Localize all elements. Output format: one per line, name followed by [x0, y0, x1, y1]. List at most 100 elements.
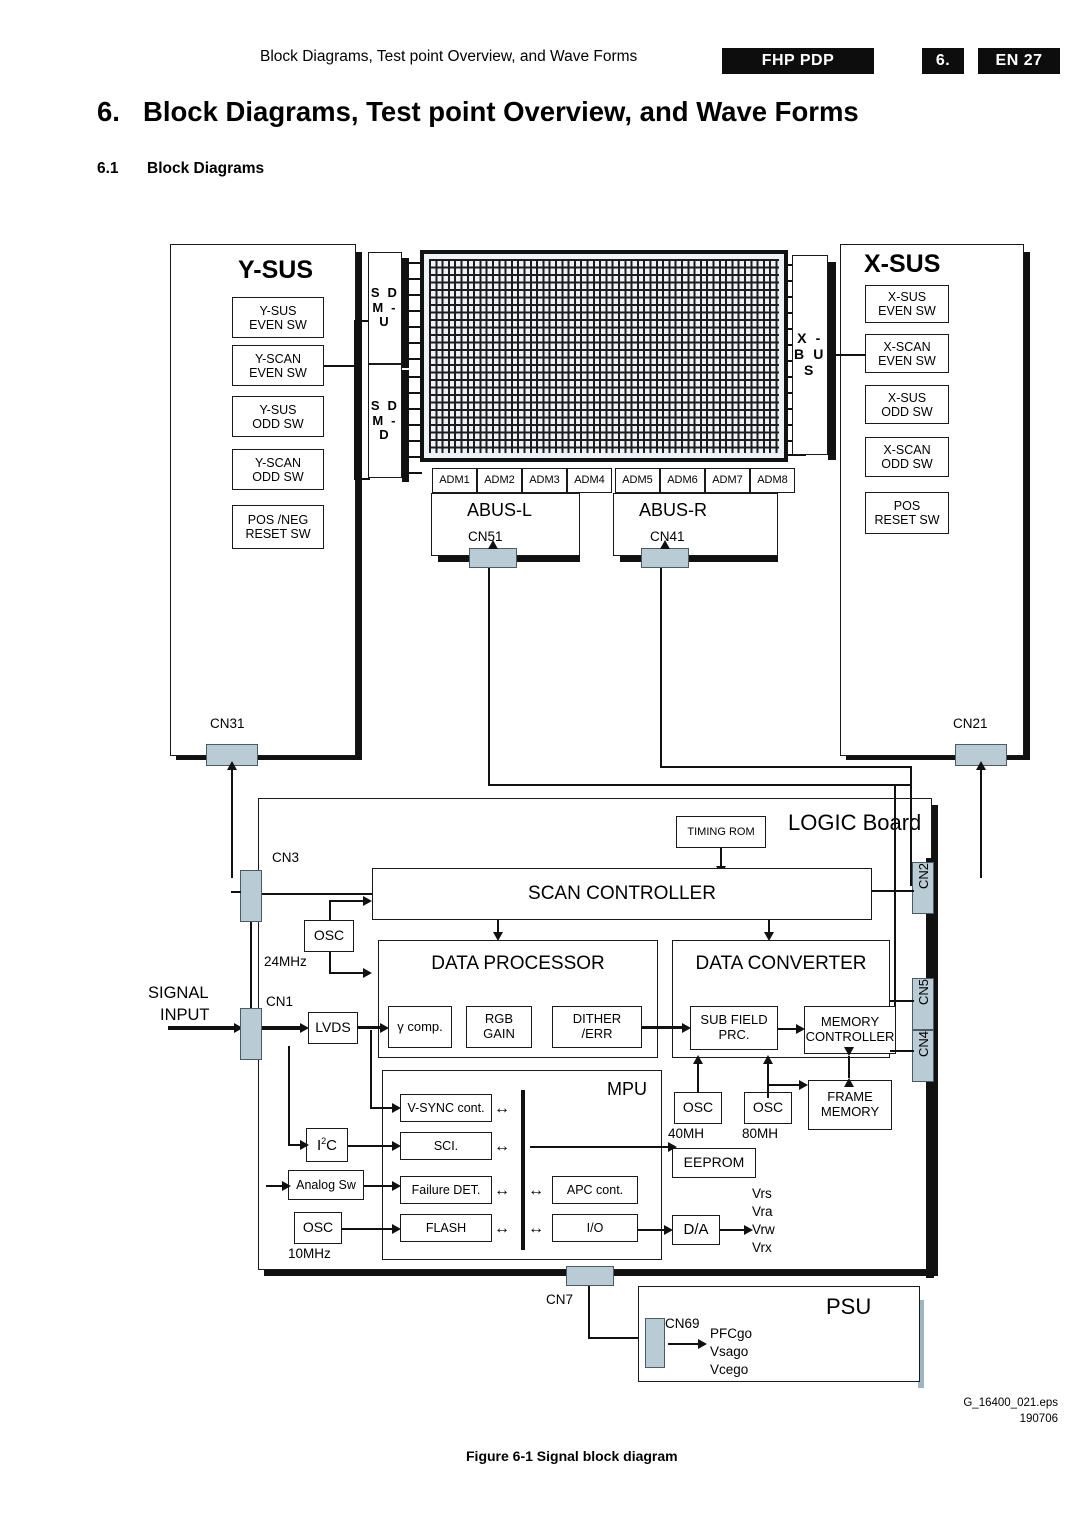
cn3-down-line [250, 922, 252, 1018]
psu-board [638, 1286, 920, 1382]
osc-24mhz-block: OSC [304, 920, 354, 952]
connector-cn7[interactable] [566, 1266, 614, 1286]
logic-route-right-2 [894, 784, 896, 1044]
timing-rom-label: TIMING ROM [687, 825, 755, 838]
connector-cn3[interactable] [240, 870, 262, 922]
osc80-to-frame-v [767, 1084, 769, 1098]
adm-label-0: ADM1 [439, 474, 470, 487]
osc-80mhz-freq: 80MH [742, 1126, 779, 1141]
psu-out-line [668, 1339, 707, 1348]
osc24-dn-h [329, 968, 372, 977]
connector-cn69[interactable] [645, 1318, 665, 1368]
cn41-feed-line [660, 568, 662, 768]
xsus-block-1-line2: EVEN SW [878, 353, 936, 368]
i2c-block: I2C [306, 1128, 348, 1162]
timing-rom-to-scan-line [716, 848, 726, 875]
osc-40mhz-freq: 40MH [668, 1126, 705, 1141]
osc24-up-v [329, 900, 331, 920]
rgb-gain-block: RGB GAIN [466, 1006, 532, 1048]
connector-cn41[interactable] [641, 540, 689, 568]
cn1-to-i2c-v [288, 1046, 290, 1146]
ysus-block-1: Y-SCAN EVEN SW [232, 345, 324, 386]
xbus-shadow [828, 262, 836, 460]
memctrl-to-frame-line [844, 1047, 854, 1087]
xsus-block-4-line1: POS [893, 499, 921, 513]
xsus-block-1-line1: X-SCAN [883, 339, 931, 354]
sub-field-line1: SUB FIELD [700, 1012, 768, 1028]
osc-24mhz-label: OSC [313, 927, 345, 944]
adm-cell-4: ADM5 [615, 468, 660, 493]
cn3-label: CN3 [272, 850, 300, 865]
xsus-block-3: X-SCAN ODD SW [865, 437, 949, 477]
xsus-block-4-line2: RESET SW [874, 513, 940, 527]
dither-err-line2: /ERR [581, 1026, 613, 1041]
cn1-to-i2c-h [288, 1140, 309, 1149]
connector-cn51[interactable] [469, 540, 517, 568]
dither-err-block: DITHER /ERR [552, 1006, 642, 1048]
data-converter-label: DATA CONVERTER [695, 953, 867, 974]
cn1-to-lvds-line [262, 1023, 309, 1032]
logic-route-top-2 [488, 784, 912, 786]
sdm-u-bus: S D M - U [368, 252, 402, 364]
signal-block-diagram: Y-SUS Y-SUS EVEN SW Y-SCAN EVEN SW Y-SUS… [0, 0, 1080, 1528]
analogsw-to-failure-line [364, 1181, 401, 1190]
cn7-label: CN7 [546, 1292, 574, 1307]
osc-10mhz-block: OSC [294, 1212, 342, 1244]
ysus-block-2-line1: Y-SUS [259, 402, 297, 417]
gamma-comp-label: γ comp. [397, 1018, 443, 1034]
eps-date: 190706 [1019, 1412, 1058, 1425]
bidir-arrow-failure: ↔ [494, 1182, 510, 1199]
bidir-arrow-vsync: ↔ [494, 1100, 510, 1117]
osc-24mhz-freq: 24MHz [264, 954, 307, 969]
bidir-arrow-flash: ↔ [494, 1220, 510, 1237]
scan-to-cn2-line [872, 890, 914, 892]
adm-label-5: ADM6 [667, 474, 698, 487]
connector-cn4[interactable]: CN4 [912, 1030, 934, 1082]
adm-cell-2: ADM3 [522, 468, 567, 493]
cn69-label: CN69 [665, 1316, 700, 1331]
psu-output-2: Vcego [710, 1362, 749, 1377]
flash-label: FLASH [425, 1221, 467, 1235]
apc-cont-block: APC cont. [552, 1176, 638, 1204]
cn3-to-scan-line [262, 893, 372, 895]
psu-title: PSU [826, 1294, 872, 1319]
osc-40mhz-label: OSC [682, 1099, 714, 1116]
cn2-label: CN2 [916, 863, 931, 890]
sub-field-prc-block: SUB FIELD PRC. [690, 1006, 778, 1050]
memory-controller-line2: CONTROLLER [805, 1029, 895, 1044]
connector-cn5[interactable]: CN5 [912, 978, 934, 1030]
adm-label-7: ADM8 [757, 474, 788, 487]
ysus-block-1-line1: Y-SCAN [254, 351, 302, 366]
connector-cn2[interactable]: CN2 [912, 862, 934, 914]
xsus-block-0-line2: EVEN SW [878, 304, 936, 318]
dither-to-subfield-line [642, 1022, 691, 1033]
sdm-d-bus: S D M - D [368, 364, 402, 478]
connector-cn1[interactable] [240, 1008, 262, 1060]
ysus-block-4-line1: POS /NEG [247, 513, 309, 527]
eps-reference: G_16400_021.eps 190706 [963, 1396, 1058, 1427]
frame-memory-block: FRAME MEMORY [808, 1080, 892, 1130]
signal-input-line2: INPUT [160, 1006, 210, 1024]
xsus-connector-label: CN21 [953, 716, 988, 731]
ysus-block-3-line1: Y-SCAN [254, 455, 302, 470]
scan-controller-block: SCAN CONTROLLER [372, 868, 872, 920]
psu-output-0: PFCgo [710, 1326, 753, 1341]
xsus-block-0-line1: X-SUS [887, 290, 927, 304]
analog-sw-block: Analog Sw [288, 1170, 364, 1200]
ysus-block-0-line2: EVEN SW [249, 317, 307, 332]
ysus-block-4-line2: RESET SW [245, 527, 311, 541]
adm-cell-6: ADM7 [705, 468, 750, 493]
xsus-block-4: POS RESET SW [865, 492, 949, 534]
psu-output-1: Vsago [710, 1344, 749, 1359]
i2c-label: I2C [316, 1135, 338, 1154]
vsync-cont-label: V-SYNC cont. [407, 1101, 485, 1115]
io-label: I/O [586, 1221, 604, 1235]
scan-controller-label: SCAN CONTROLLER [528, 883, 716, 905]
frame-memory-line1: FRAME [827, 1089, 873, 1105]
da-label: D/A [683, 1220, 709, 1238]
timing-rom-block: TIMING ROM [676, 816, 766, 848]
osc24-dn-v [329, 952, 331, 974]
xsus-block-2-line1: X-SUS [887, 390, 927, 405]
da-output-2: Vrw [752, 1222, 775, 1237]
failure-det-label: Failure DET. [411, 1183, 481, 1197]
